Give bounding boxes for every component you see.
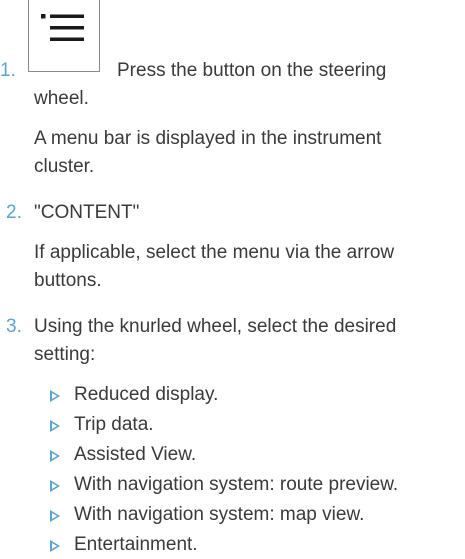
step-number: 3. <box>6 316 22 337</box>
triangle-bullet-icon <box>50 540 60 552</box>
triangle-bullet-icon <box>50 480 60 492</box>
option-label: Assisted View. <box>74 444 197 465</box>
option-label: With navigation system: map view. <box>74 504 365 525</box>
triangle-bullet-icon <box>50 510 60 522</box>
step-result-cont: buttons. <box>34 270 102 291</box>
option-label: Trip data. <box>74 414 154 435</box>
step-instruction: Press the button on the steering <box>117 60 387 81</box>
triangle-bullet-icon <box>50 420 60 432</box>
triangle-bullet-icon <box>50 450 60 462</box>
step-result-cont: cluster. <box>34 156 95 177</box>
step-number: 1. <box>0 60 16 81</box>
menu-list-icon <box>41 14 84 41</box>
option-label: Entertainment. <box>74 534 198 555</box>
option-label: With navigation system: route preview. <box>74 474 399 495</box>
step-instruction: Using the knurled wheel, select the desi… <box>34 316 397 337</box>
step-number: 2. <box>6 202 22 223</box>
option-label: Reduced display. <box>74 384 219 405</box>
step-instruction-cont: setting: <box>34 344 96 365</box>
step-instruction-cont: wheel. <box>34 88 89 109</box>
menu-button-icon-frame <box>28 0 100 72</box>
step-result: A menu bar is displayed in the instrumen… <box>34 128 382 149</box>
step-result: If applicable, select the menu via the a… <box>34 242 395 263</box>
triangle-bullet-icon <box>50 390 60 402</box>
step-instruction: "CONTENT" <box>34 202 140 223</box>
